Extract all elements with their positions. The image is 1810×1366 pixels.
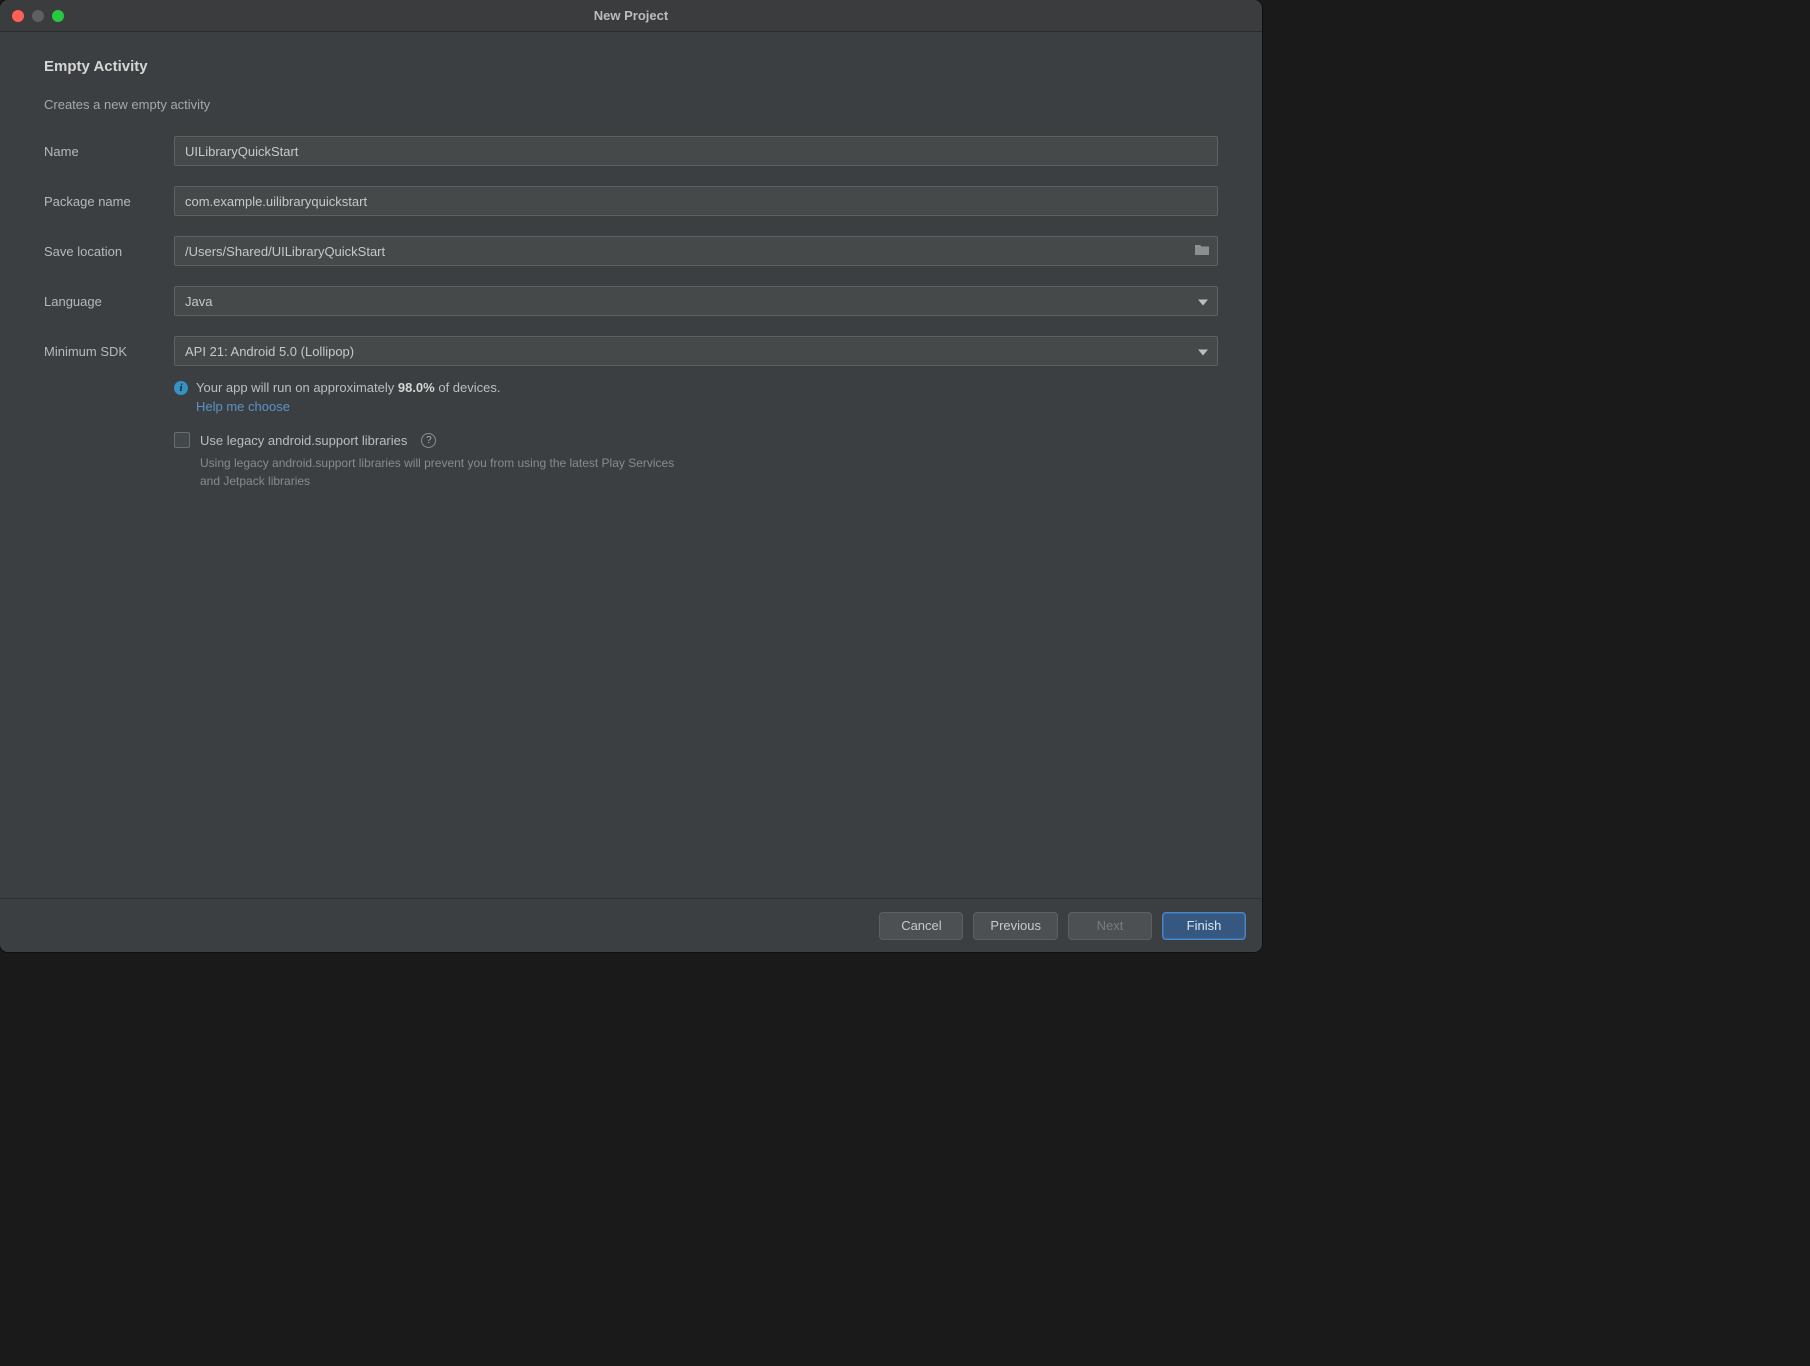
name-label: Name bbox=[44, 144, 174, 159]
help-me-choose-link[interactable]: Help me choose bbox=[196, 399, 290, 414]
folder-icon bbox=[1194, 243, 1210, 259]
legacy-support-subtext: Using legacy android.support libraries w… bbox=[200, 454, 680, 490]
save-location-input[interactable] bbox=[174, 236, 1218, 266]
window-title: New Project bbox=[594, 8, 668, 23]
name-input[interactable] bbox=[174, 136, 1218, 166]
page-description: Creates a new empty activity bbox=[44, 97, 1218, 112]
info-suffix: of devices. bbox=[435, 380, 501, 395]
new-project-dialog: New Project Empty Activity Creates a new… bbox=[0, 0, 1262, 952]
language-select[interactable]: Java bbox=[174, 286, 1218, 316]
page-heading: Empty Activity bbox=[44, 58, 1218, 75]
previous-button[interactable]: Previous bbox=[973, 912, 1058, 940]
device-coverage-info: i Your app will run on approximately 98.… bbox=[174, 380, 1218, 395]
browse-folder-button[interactable] bbox=[1192, 241, 1212, 261]
close-window-button[interactable] bbox=[12, 10, 24, 22]
info-icon: i bbox=[174, 381, 188, 395]
minimum-sdk-select[interactable]: API 21: Android 5.0 (Lollipop) bbox=[174, 336, 1218, 366]
info-percent: 98.0% bbox=[398, 380, 435, 395]
minimum-sdk-label: Minimum SDK bbox=[44, 344, 174, 359]
next-button: Next bbox=[1068, 912, 1152, 940]
info-prefix: Your app will run on approximately bbox=[196, 380, 398, 395]
legacy-support-label: Use legacy android.support libraries bbox=[200, 433, 407, 448]
minimize-window-button[interactable] bbox=[32, 10, 44, 22]
save-location-label: Save location bbox=[44, 244, 174, 259]
window-controls bbox=[12, 10, 64, 22]
help-icon[interactable]: ? bbox=[421, 433, 436, 448]
language-label: Language bbox=[44, 294, 174, 309]
titlebar: New Project bbox=[0, 0, 1262, 32]
dialog-footer: Cancel Previous Next Finish bbox=[0, 898, 1262, 952]
finish-button[interactable]: Finish bbox=[1162, 912, 1246, 940]
cancel-button[interactable]: Cancel bbox=[879, 912, 963, 940]
package-name-input[interactable] bbox=[174, 186, 1218, 216]
maximize-window-button[interactable] bbox=[52, 10, 64, 22]
dialog-content: Empty Activity Creates a new empty activ… bbox=[0, 32, 1262, 898]
legacy-support-checkbox[interactable] bbox=[174, 432, 190, 448]
package-name-label: Package name bbox=[44, 194, 174, 209]
